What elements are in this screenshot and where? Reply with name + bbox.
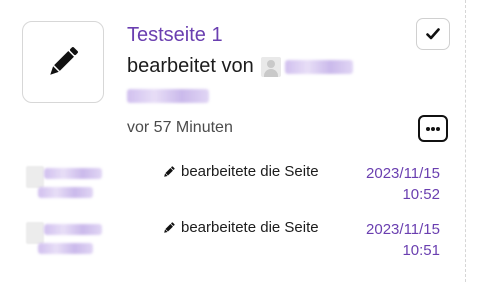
activity-time: 10:52 <box>402 186 440 203</box>
username-redacted-continued[interactable] <box>38 187 93 198</box>
page-title-link[interactable]: Testseite 1 <box>127 24 223 47</box>
activity-date: 2023/11/15 <box>366 221 440 238</box>
username-redacted[interactable] <box>44 224 102 235</box>
more-options-button[interactable] <box>418 115 448 142</box>
time-ago: vor 57 Minuten <box>127 119 233 136</box>
username-redacted-continued[interactable] <box>38 243 93 254</box>
activity-action-label: bearbeitete die Seite <box>181 219 319 236</box>
activity-row: bearbeitete die Seite 2023/11/15 10:51 <box>0 219 466 269</box>
edited-by-line: bearbeitet von <box>127 55 353 78</box>
activity-card: Testseite 1 bearbeitet von vor 57 Minute… <box>0 0 466 282</box>
checkmark-icon <box>426 28 440 40</box>
pencil-icon <box>164 221 175 233</box>
avatar <box>26 222 44 244</box>
activity-timestamp[interactable]: 2023/11/15 10:51 <box>366 219 440 261</box>
activity-timestamp[interactable]: 2023/11/15 10:52 <box>366 163 440 205</box>
username-redacted[interactable] <box>284 59 353 74</box>
avatar <box>260 56 281 77</box>
activity-date: 2023/11/15 <box>366 165 440 182</box>
activity-action: bearbeitete die Seite <box>162 219 319 236</box>
activity-action-label: bearbeitete die Seite <box>181 163 319 180</box>
activity-action: bearbeitete die Seite <box>162 163 319 180</box>
page-thumbnail[interactable] <box>22 21 104 103</box>
avatar <box>26 166 44 188</box>
username-redacted[interactable] <box>44 168 102 179</box>
activity-time: 10:51 <box>402 242 440 259</box>
activity-row: bearbeitete die Seite 2023/11/15 10:52 <box>0 163 466 213</box>
edited-by-label: bearbeitet von <box>127 55 254 77</box>
mark-done-button[interactable] <box>416 18 450 50</box>
pencil-icon <box>164 165 175 177</box>
username-redacted-continued[interactable] <box>127 89 209 103</box>
pencil-icon <box>50 47 78 75</box>
ellipsis-icon <box>426 126 440 131</box>
